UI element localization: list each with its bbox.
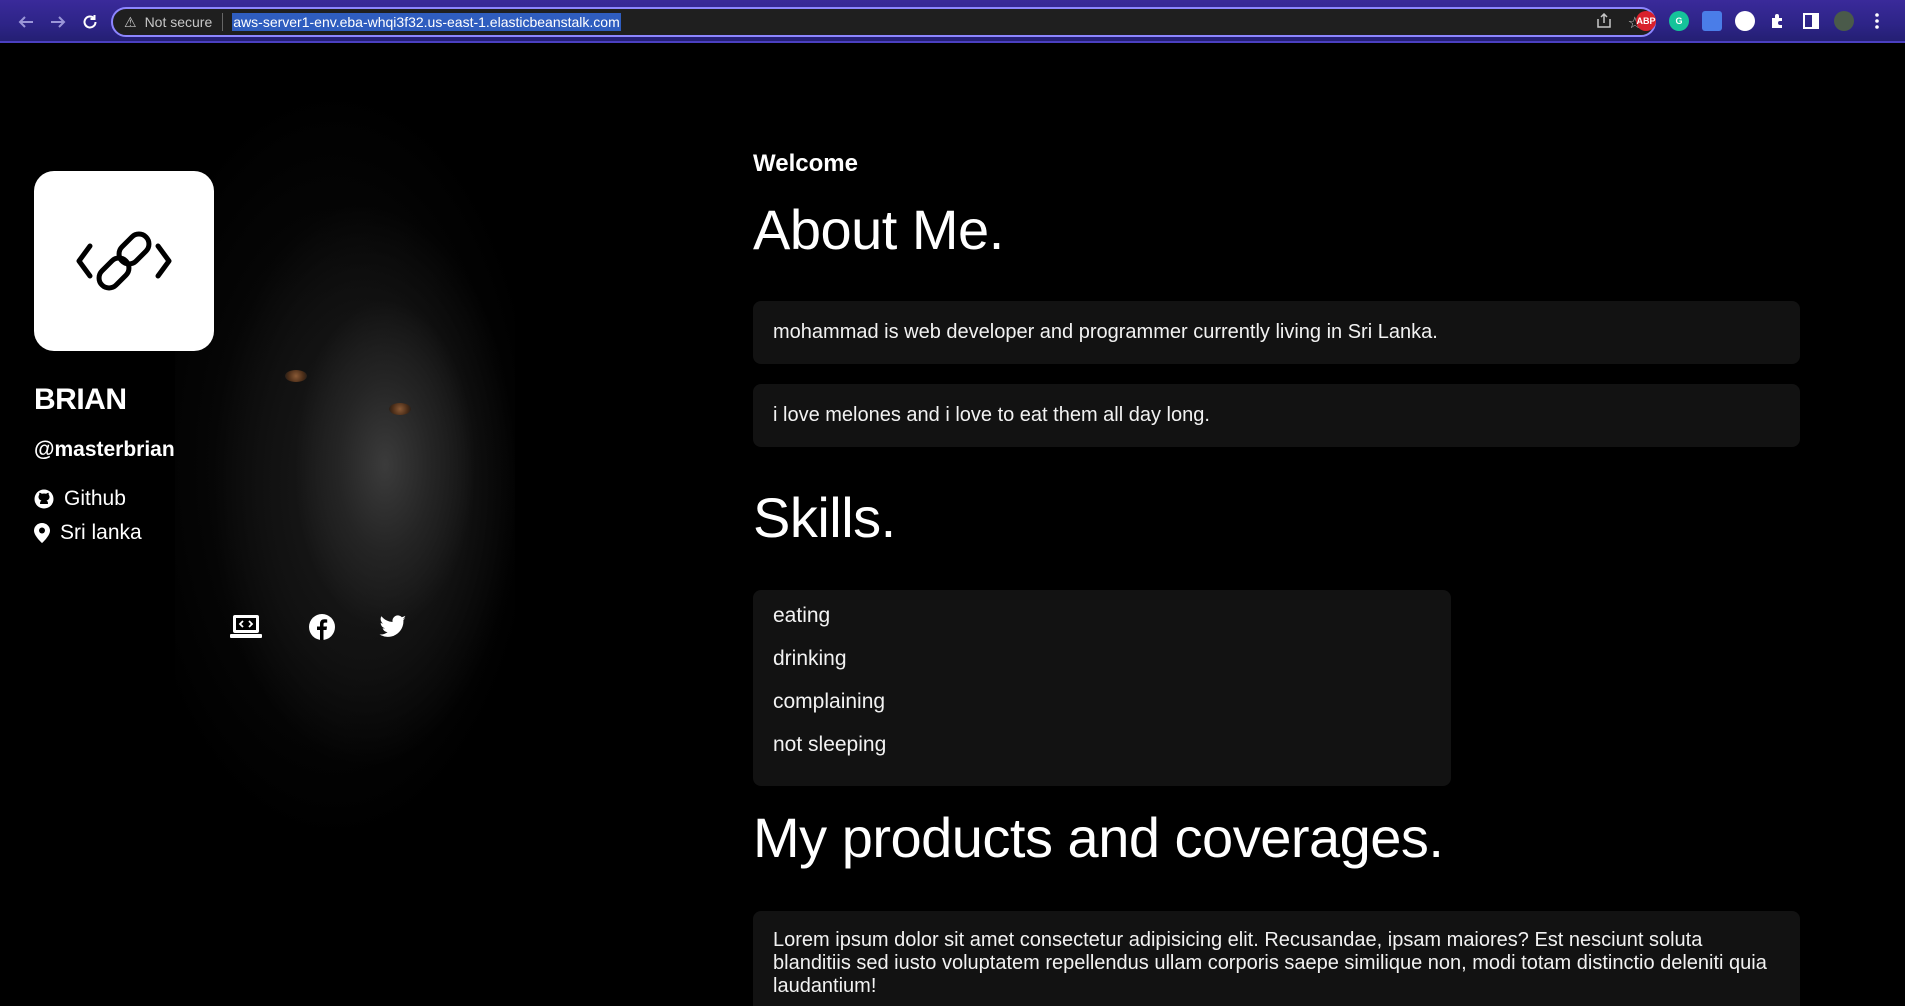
extension-label: ABP xyxy=(1636,16,1656,26)
twitter-icon xyxy=(379,615,406,637)
github-label[interactable]: Github xyxy=(64,487,126,511)
about-text: mohammad is web developer and programmer… xyxy=(773,321,1438,343)
gorilla-background-image xyxy=(175,45,515,945)
map-pin-icon xyxy=(34,523,50,543)
profile-avatar[interactable] xyxy=(1834,11,1854,31)
gorilla-eye xyxy=(389,403,411,415)
kebab-menu-icon[interactable] xyxy=(1867,11,1887,31)
location-label: Sri lanka xyxy=(60,521,142,544)
skill-item: not sleeping xyxy=(773,733,887,756)
translate-extension-icon[interactable] xyxy=(1702,11,1722,31)
products-heading: My products and coverages. xyxy=(753,806,1444,869)
location-row: Sri lanka xyxy=(34,521,142,545)
facebook-link[interactable] xyxy=(305,610,339,644)
circle-extension-icon[interactable] xyxy=(1735,11,1755,31)
url-text[interactable]: aws-server1-env.eba-whqi3f32.us-east-1.e… xyxy=(232,13,621,31)
profile-handle: @masterbrian xyxy=(34,438,175,461)
about-card: mohammad is web developer and programmer… xyxy=(753,301,1800,364)
puzzle-extensions-icon[interactable] xyxy=(1768,11,1788,31)
products-card: Lorem ipsum dolor sit amet consectetur a… xyxy=(753,911,1800,1006)
skills-card: eating drinking complaining not sleeping xyxy=(753,590,1451,786)
browser-toolbar: ⚠ Not secure aws-server1-env.eba-whqi3f3… xyxy=(0,0,1905,43)
about-card: i love melones and i love to eat them al… xyxy=(753,384,1800,447)
adblock-extension-icon[interactable]: ABP xyxy=(1636,11,1656,31)
github-icon xyxy=(34,489,54,509)
skill-item: eating xyxy=(773,604,831,627)
skill-item: complaining xyxy=(773,690,886,713)
divider xyxy=(222,13,224,31)
about-heading: About Me. xyxy=(753,198,1004,261)
portfolio-laptop-link[interactable] xyxy=(229,610,263,644)
logo-card xyxy=(34,171,214,351)
laptop-code-icon xyxy=(230,615,262,638)
page-content: BRIAN @masterbrian Github Sri lanka Welc… xyxy=(0,45,1905,1006)
twitter-link[interactable] xyxy=(376,610,410,644)
profile-name: BRIAN xyxy=(34,383,127,416)
extension-label: G xyxy=(1675,16,1683,26)
back-arrow-icon[interactable] xyxy=(12,8,40,36)
side-panel-icon[interactable] xyxy=(1801,11,1821,31)
security-label[interactable]: Not secure xyxy=(145,14,213,30)
forward-arrow-icon[interactable] xyxy=(44,8,72,36)
gorilla-eye xyxy=(285,370,307,382)
github-link[interactable]: Github xyxy=(34,487,126,511)
code-link-icon xyxy=(76,231,172,291)
products-text: Lorem ipsum dolor sit amet consectetur a… xyxy=(773,929,1767,997)
skills-heading: Skills. xyxy=(753,486,896,549)
about-text: i love melones and i love to eat them al… xyxy=(773,404,1210,426)
welcome-label: Welcome xyxy=(753,150,858,177)
reload-icon[interactable] xyxy=(76,8,104,36)
share-icon[interactable] xyxy=(1596,12,1612,34)
address-bar[interactable]: ⚠ Not secure aws-server1-env.eba-whqi3f3… xyxy=(111,7,1656,37)
facebook-icon xyxy=(309,614,335,640)
skill-item: drinking xyxy=(773,647,847,670)
grammarly-extension-icon[interactable]: G xyxy=(1669,11,1689,31)
warning-icon[interactable]: ⚠ xyxy=(124,14,137,31)
